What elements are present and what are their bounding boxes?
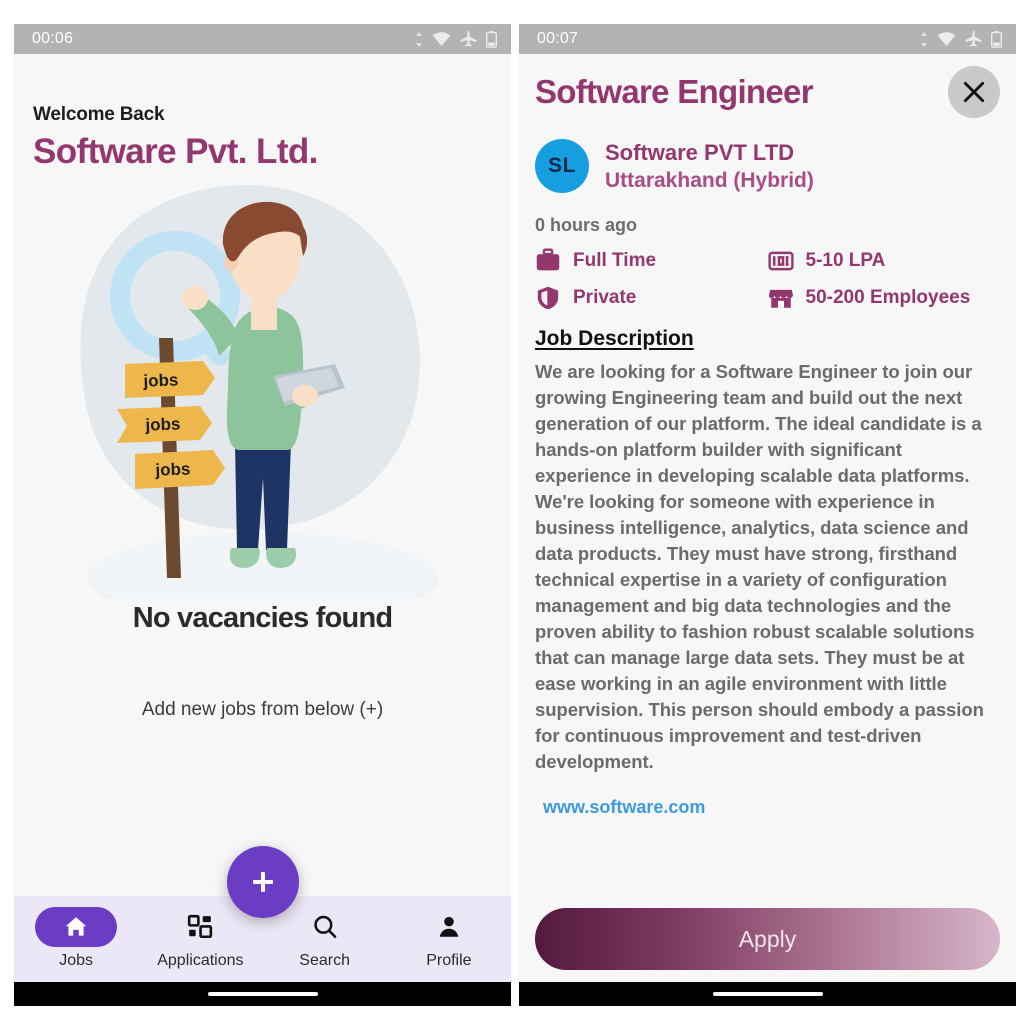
company-name: Software PVT LTD [605, 139, 795, 165]
job-meta-grid: Full Time 5-10 LPA Private 50-200 Employ… [535, 248, 1000, 311]
plus-icon [252, 872, 273, 892]
sign-label-3: jobs [154, 459, 191, 479]
wifi-icon [937, 31, 956, 46]
apply-button[interactable]: Apply [535, 908, 1000, 970]
dual-phone-screenshot: 00:06 Welcome Back Software Pvt. Ltd. jo… [0, 0, 1024, 1024]
job-title: Software Engineer [535, 73, 814, 110]
status-time: 00:07 [537, 30, 579, 47]
meta-label-employment-type: Full Time [573, 250, 657, 271]
company-location: Uttarakhand (Hybrid) [605, 168, 814, 192]
money-icon [767, 251, 794, 271]
status-bar-left: 00:06 [14, 24, 511, 54]
status-icon-group [415, 30, 497, 48]
battery-icon [991, 30, 1002, 48]
meta-label-company-size: 50-200 Employees [805, 287, 971, 308]
wifi-icon [432, 31, 451, 46]
empty-state-subtitle: Add new jobs from below (+) [141, 699, 384, 720]
status-icon-group [920, 30, 1002, 48]
avatar: SL [535, 139, 589, 193]
home-indicator[interactable] [712, 992, 823, 996]
job-description-text: We are looking for a Software Engineer t… [535, 361, 984, 772]
store-icon [768, 289, 793, 308]
add-job-fab[interactable] [226, 846, 299, 918]
apply-button-label: Apply [738, 925, 797, 952]
phone-screen-jobs-list: 00:06 Welcome Back Software Pvt. Ltd. jo… [14, 24, 511, 1006]
job-detail-header: Software Engineer [535, 66, 1000, 118]
nav-label-jobs: Jobs [59, 952, 94, 969]
sign-label-1: jobs [142, 370, 179, 390]
status-bar-right: 00:07 [519, 24, 1016, 54]
meta-item-sector: Private [535, 285, 768, 311]
meta-label-sector: Private [573, 287, 637, 308]
meta-item-company-size: 50-200 Employees [768, 285, 1001, 311]
welcome-header: Welcome Back Software Pvt. Ltd. [14, 54, 511, 172]
job-detail-body: Software Engineer SL Software PVT LTD Ut… [519, 54, 1016, 982]
posted-time: 0 hours ago [535, 215, 638, 235]
status-time: 00:06 [32, 30, 74, 47]
sign-label-2: jobs [144, 414, 181, 434]
meta-label-salary: 5-10 LPA [805, 250, 886, 271]
data-transfer-icon [921, 31, 927, 47]
shield-icon [537, 286, 559, 310]
home-icon [65, 917, 87, 936]
page-title: Software Pvt. Ltd. [33, 132, 318, 171]
nav-item-jobs[interactable]: Jobs [14, 896, 138, 970]
data-transfer-icon [416, 31, 422, 47]
company-website-link[interactable]: www.software.com [535, 797, 1000, 818]
grid-icon [188, 914, 213, 939]
close-icon [963, 81, 985, 103]
nav-label-search: Search [299, 952, 350, 969]
battery-icon [486, 30, 497, 48]
job-description-heading: Job Description [535, 327, 694, 350]
nav-active-pill [35, 907, 118, 947]
empty-state-illustration-wrap: jobs jobs jobs [14, 178, 511, 598]
home-indicator[interactable] [207, 992, 318, 996]
nav-label-applications: Applications [157, 952, 244, 969]
briefcase-icon [536, 248, 560, 271]
meta-item-salary: 5-10 LPA [767, 248, 1001, 274]
airplane-mode-icon [965, 31, 982, 47]
nav-label-profile: Profile [426, 952, 472, 969]
jobs-screen-body: Welcome Back Software Pvt. Ltd. jobs job… [14, 54, 511, 982]
airplane-mode-icon [460, 31, 477, 47]
gesture-bar-left [14, 982, 511, 1006]
phone-screen-job-detail: 00:07 Software Engineer SL Software PVT … [519, 24, 1016, 1006]
gesture-bar-right [519, 982, 1016, 1006]
nav-item-profile[interactable]: Profile [387, 896, 511, 970]
person-icon [439, 916, 459, 937]
meta-item-employment-type: Full Time [535, 248, 768, 274]
welcome-label: Welcome Back [33, 104, 165, 125]
search-icon [313, 915, 336, 938]
close-button[interactable] [948, 66, 1000, 118]
company-row: SL Software PVT LTD Uttarakhand (Hybrid) [535, 139, 1000, 193]
job-search-illustration: jobs jobs jobs [79, 185, 438, 598]
empty-state-title: No vacancies found [132, 602, 393, 634]
